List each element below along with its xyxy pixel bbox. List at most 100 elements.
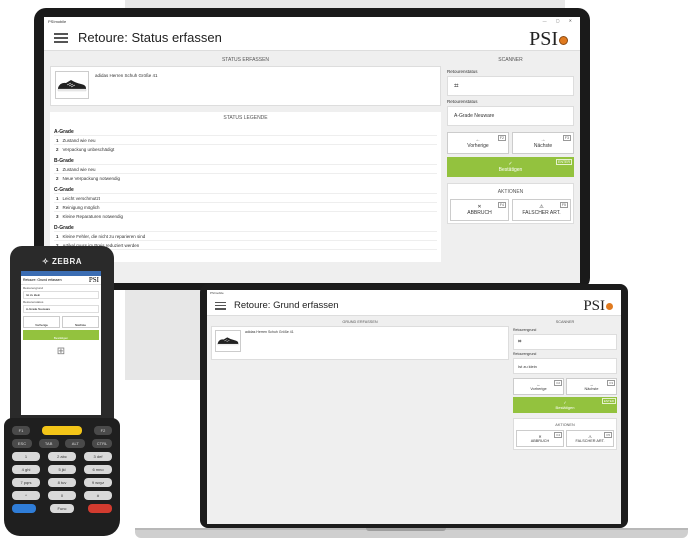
key-hint: ENTER — [556, 159, 572, 165]
window-titlebar: PSImobile — ▢ ✕ — [44, 17, 580, 25]
menu-icon[interactable] — [215, 301, 226, 310]
legend-row: 1 Zustand wie neu — [54, 164, 437, 173]
key-hint: F5 — [559, 202, 568, 208]
device-keypad-body: F1 F2 ESC TAB ALT CTRL 1 2 abc 3 def 4 g… — [4, 418, 120, 536]
device-title: Retoure: Grund erfassen — [23, 278, 62, 282]
device-field[interactable]: A-Grade Neuware — [23, 305, 99, 313]
scan-key[interactable] — [42, 426, 82, 435]
key-row: F1 F2 — [12, 426, 112, 435]
confirm-button[interactable]: ENTER ✓ Bestätigen — [447, 157, 574, 177]
legend-row: 2 Reinigung möglich — [54, 202, 437, 211]
status-legend: STATUS LEGENDE A-Grade 1 Zustand wie neu … — [50, 112, 441, 262]
key-hint: F5 — [604, 432, 612, 438]
key[interactable]: CTRL — [91, 439, 112, 448]
key[interactable]: 8 tuv — [48, 478, 76, 487]
key[interactable]: 6 mno — [84, 465, 112, 474]
window-controls[interactable]: — ▢ ✕ — [543, 18, 576, 23]
scan-field[interactable]: ⌗ — [513, 334, 617, 350]
key[interactable]: 2 abc — [48, 452, 76, 461]
actions-panel: AKTIONEN F4 ✕ ABBRUCH F5 ⚠ FALSCHER ART. — [447, 183, 574, 224]
grund-value-field[interactable]: Ist zu klein — [513, 358, 617, 374]
key-hint: F2 — [497, 135, 506, 141]
key-hint: F3 — [562, 135, 571, 141]
nav-buttons: F2 ← Vorherige F3 → Nächste — [447, 132, 574, 154]
previous-button[interactable]: F2 ← Vorherige — [447, 132, 509, 154]
psi-logo: PSI — [583, 298, 613, 315]
key[interactable]: 1 — [12, 452, 40, 461]
key[interactable]: F1 — [12, 426, 30, 435]
legend-row: 1 Leicht verschmutzt — [54, 193, 437, 202]
key[interactable]: 5 jkl — [48, 465, 76, 474]
zebra-logo: ✧ ZEBRA — [42, 257, 82, 266]
key[interactable]: Func — [50, 504, 74, 513]
app-header: Retoure: Grund erfassen PSI — [207, 296, 621, 316]
key-row: 4 ghi 5 jkl 6 mno — [12, 465, 112, 474]
app-header: Retoure: Status erfassen PSI — [44, 25, 580, 51]
key[interactable]: 3 def — [84, 452, 112, 461]
legend-row: 3 Kleine Reparaturen notwendig — [54, 211, 437, 220]
status-value-field[interactable]: A-Grade Neuware — [447, 106, 574, 126]
grid-icon[interactable]: ⊞ — [21, 346, 101, 357]
shoe-image — [55, 71, 89, 99]
scan-icon: ⌗ — [454, 81, 459, 90]
scan-icon: ⌗ — [518, 338, 522, 345]
key-hint: F2 — [554, 380, 562, 386]
next-button[interactable]: F3 → Nächste — [566, 378, 617, 395]
page-title: Retoure: Status erfassen — [78, 30, 222, 45]
abort-button[interactable]: F4 ✕ ABBRUCH — [516, 430, 564, 447]
product-card[interactable]: adidas Herren Schuh Größe 41 — [50, 66, 441, 106]
key-row: Func — [12, 504, 112, 513]
key[interactable]: * — [12, 491, 40, 500]
retourenstatus-label: Retourenstatus — [447, 69, 478, 74]
wrong-article-button[interactable]: F5 ⚠ FALSCHER ART. — [512, 199, 571, 221]
key-hint: ENTER — [601, 398, 616, 404]
product-name: adidas Herren Schuh Größe 41 — [245, 330, 294, 334]
retourengrund-label: Retourengrund — [513, 328, 537, 332]
retourengrund-label: Retourengrund — [513, 352, 537, 356]
key[interactable]: 4 ghi — [12, 465, 40, 474]
retourenstatus-label: Retourenstatus — [447, 99, 478, 104]
right-column: SCANNER Retourenstatus ⌗ Retourenstatus … — [447, 52, 580, 283]
product-name: adidas Herren Schuh Größe 41 — [95, 73, 158, 78]
key-row: 7 pqrs 8 tuv 9 wxyz — [12, 478, 112, 487]
key[interactable]: 9 wxyz — [84, 478, 112, 487]
window-title: PSImobile — [48, 18, 67, 24]
product-card[interactable]: adidas Herren Schuh Größe 41 — [211, 326, 509, 360]
key[interactable]: # — [84, 491, 112, 500]
confirm-button[interactable]: ENTER ✓ Bestätigen — [513, 397, 617, 413]
section-actions-header: AKTIONEN — [497, 189, 524, 195]
abort-button[interactable]: F4 ✕ ABBRUCH — [450, 199, 509, 221]
next-button[interactable]: F3 → Nächste — [512, 132, 574, 154]
key[interactable]: ESC — [12, 439, 32, 448]
laptop-screen: PSImobile Retoure: Grund erfassen PSI GR… — [207, 290, 621, 524]
key[interactable]: 0 — [48, 491, 76, 500]
actions-panel: AKTIONEN F4 ✕ ABBRUCH F5 ⚠ FALSCHER ART. — [513, 418, 617, 450]
page-title: Retoure: Grund erfassen — [234, 300, 339, 311]
section-grund-header: GRUND ERFASSEN — [342, 320, 378, 324]
menu-icon[interactable] — [54, 32, 68, 43]
device-field[interactable]: Ist zu klein — [23, 291, 99, 299]
key[interactable]: F2 — [94, 426, 112, 435]
device-confirm-button[interactable]: Bestätigen — [23, 330, 99, 340]
device-head: ✧ ZEBRA Retoure: Grund erfassen PSI Reto… — [10, 246, 114, 426]
main-content: GRUND ERFASSEN adidas Herren Schuh Größe… — [207, 317, 621, 524]
key[interactable]: 7 pqrs — [12, 478, 40, 487]
monitor-screen: PSImobile — ▢ ✕ Retoure: Status erfassen… — [44, 17, 580, 283]
scan-field[interactable]: ⌗ — [447, 76, 574, 96]
key[interactable]: ALT — [65, 439, 86, 448]
legend-row: 1 Zustand wie neu — [54, 135, 437, 144]
key-hint: F4 — [497, 202, 506, 208]
action-buttons: F4 ✕ ABBRUCH F5 ⚠ FALSCHER ART. — [450, 199, 571, 221]
key[interactable]: TAB — [38, 439, 59, 448]
device-next-button[interactable]: Nächste — [62, 316, 99, 328]
legend-row: 2 Verpackung unbeschädigt — [54, 144, 437, 153]
section-actions-header: AKTIONEN — [555, 423, 575, 427]
red-key[interactable] — [88, 504, 112, 513]
key-hint: F4 — [554, 432, 562, 438]
action-buttons: F4 ✕ ABBRUCH F5 ⚠ FALSCHER ART. — [516, 430, 614, 447]
previous-button[interactable]: F2 ← Vorherige — [513, 378, 564, 395]
key-hint: F3 — [607, 380, 615, 386]
blue-key[interactable] — [12, 504, 36, 513]
wrong-article-button[interactable]: F5 ⚠ FALSCHER ART. — [566, 430, 614, 447]
device-prev-button[interactable]: Vorherige — [23, 316, 60, 328]
